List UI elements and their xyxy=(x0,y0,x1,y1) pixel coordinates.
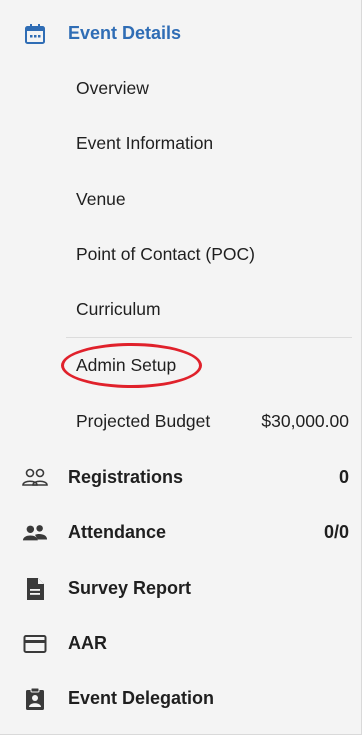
document-icon xyxy=(22,576,48,602)
event-sidebar: Event Details Overview Event Information… xyxy=(0,0,362,735)
badge-icon xyxy=(22,686,48,712)
people-outline-icon xyxy=(22,465,48,491)
sidebar-item-overview[interactable]: Overview xyxy=(0,61,362,116)
calendar-icon xyxy=(22,21,48,47)
venue-label: Venue xyxy=(76,189,126,209)
event-information-label: Event Information xyxy=(76,133,214,153)
attendance-count: 0/0 xyxy=(323,522,349,542)
sidebar-item-registrations[interactable]: Registrations 0 xyxy=(0,450,362,505)
sidebar-item-poc[interactable]: Point of Contact (POC) xyxy=(0,227,362,282)
event-details-section[interactable]: Event Details xyxy=(0,6,362,61)
event-delegation-label: Event Delegation xyxy=(68,688,215,708)
overview-label: Overview xyxy=(76,78,149,98)
sidebar-item-attendance[interactable]: Attendance 0/0 xyxy=(0,505,362,560)
people-filled-icon xyxy=(22,520,48,546)
highlight-circle xyxy=(61,343,202,388)
aar-label: AAR xyxy=(68,633,107,653)
projected-budget-value: $30,000.00 xyxy=(261,411,349,431)
sidebar-item-projected-budget[interactable]: Projected Budget $30,000.00 xyxy=(0,394,362,449)
sidebar-item-event-information[interactable]: Event Information xyxy=(0,116,362,171)
projected-budget-label: Projected Budget xyxy=(76,411,211,431)
sidebar-item-aar[interactable]: AAR xyxy=(0,616,362,671)
curriculum-label: Curriculum xyxy=(76,299,161,319)
registrations-label: Registrations xyxy=(68,467,184,487)
sidebar-item-survey-report[interactable]: Survey Report xyxy=(0,561,362,616)
attendance-label: Attendance xyxy=(68,522,167,542)
poc-label: Point of Contact (POC) xyxy=(76,244,255,264)
card-icon xyxy=(22,631,48,657)
sidebar-item-event-delegation[interactable]: Event Delegation xyxy=(0,671,362,726)
registrations-count: 0 xyxy=(338,467,349,487)
sidebar-item-venue[interactable]: Venue xyxy=(0,172,362,227)
sidebar-item-curriculum[interactable]: Curriculum xyxy=(0,282,362,337)
event-details-label: Event Details xyxy=(68,23,182,43)
survey-report-label: Survey Report xyxy=(68,578,192,598)
